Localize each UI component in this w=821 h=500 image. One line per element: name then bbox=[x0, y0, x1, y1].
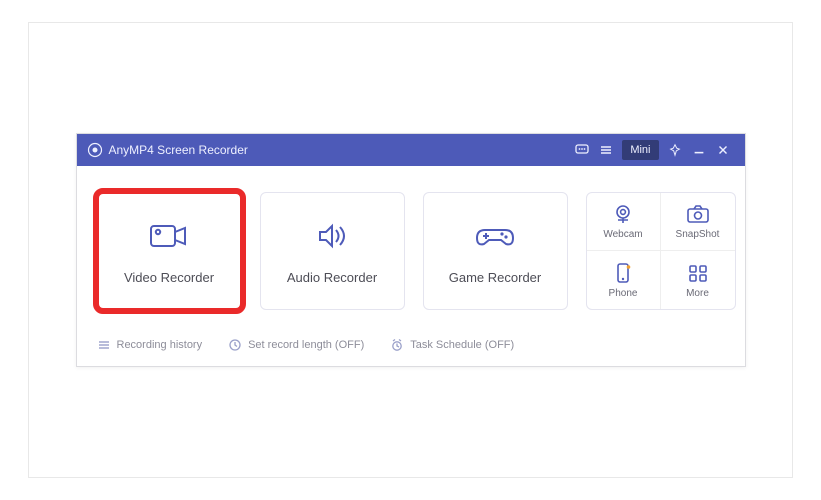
canvas: AnyMP4 Screen Recorder bbox=[0, 0, 821, 500]
app-logo bbox=[87, 142, 103, 158]
audio-recorder-label: Audio Recorder bbox=[287, 270, 377, 285]
audio-recorder-card[interactable]: Audio Recorder bbox=[260, 192, 405, 310]
snapshot-label: SnapShot bbox=[676, 229, 720, 240]
task-schedule-label: Task Schedule (OFF) bbox=[410, 339, 514, 351]
menu-icon bbox=[598, 142, 614, 158]
pin-button[interactable] bbox=[663, 138, 687, 162]
phone-icon bbox=[610, 262, 636, 284]
video-camera-icon bbox=[145, 218, 193, 254]
app-title: AnyMP4 Screen Recorder bbox=[109, 143, 248, 157]
feedback-button[interactable] bbox=[570, 138, 594, 162]
main-panel: Video Recorder Audio Recorder bbox=[77, 166, 745, 328]
clock-icon bbox=[228, 338, 242, 352]
footer-bar: Recording history Set record length (OFF… bbox=[77, 328, 745, 366]
app-window-frame: AnyMP4 Screen Recorder bbox=[76, 133, 746, 367]
video-recorder-card[interactable]: Video Recorder bbox=[97, 192, 242, 310]
target-icon bbox=[87, 142, 103, 158]
mini-label: Mini bbox=[630, 144, 650, 156]
recording-history-button[interactable]: Recording history bbox=[97, 338, 203, 352]
webcam-label: Webcam bbox=[603, 229, 642, 240]
minimize-button[interactable] bbox=[687, 138, 711, 162]
list-icon bbox=[97, 338, 111, 352]
alarm-icon bbox=[390, 338, 404, 352]
snapshot-button[interactable]: SnapShot bbox=[661, 193, 735, 251]
mini-mode-button[interactable]: Mini bbox=[622, 140, 658, 160]
title-bar: AnyMP4 Screen Recorder bbox=[77, 134, 745, 166]
menu-button[interactable] bbox=[594, 138, 618, 162]
more-button[interactable]: More bbox=[661, 251, 735, 309]
task-schedule-button[interactable]: Task Schedule (OFF) bbox=[390, 338, 514, 352]
side-tools-grid: Webcam SnapShot bbox=[586, 192, 736, 310]
recording-history-label: Recording history bbox=[117, 339, 203, 351]
phone-button[interactable]: Phone bbox=[587, 251, 661, 309]
pin-icon bbox=[668, 143, 682, 157]
set-record-length-label: Set record length (OFF) bbox=[248, 339, 364, 351]
set-record-length-button[interactable]: Set record length (OFF) bbox=[228, 338, 364, 352]
more-label: More bbox=[686, 288, 709, 299]
video-recorder-label: Video Recorder bbox=[124, 270, 214, 285]
game-recorder-label: Game Recorder bbox=[449, 270, 541, 285]
close-icon bbox=[716, 143, 730, 157]
speech-bubble-icon bbox=[574, 142, 590, 158]
close-button[interactable] bbox=[711, 138, 735, 162]
webcam-button[interactable]: Webcam bbox=[587, 193, 661, 251]
speaker-icon bbox=[308, 218, 356, 254]
webcam-icon bbox=[610, 203, 636, 225]
gamepad-icon bbox=[471, 218, 519, 254]
phone-label: Phone bbox=[609, 288, 638, 299]
grid-icon bbox=[685, 262, 711, 284]
game-recorder-card[interactable]: Game Recorder bbox=[423, 192, 568, 310]
camera-icon bbox=[685, 203, 711, 225]
app-window: AnyMP4 Screen Recorder bbox=[77, 134, 745, 366]
minimize-icon bbox=[692, 143, 706, 157]
